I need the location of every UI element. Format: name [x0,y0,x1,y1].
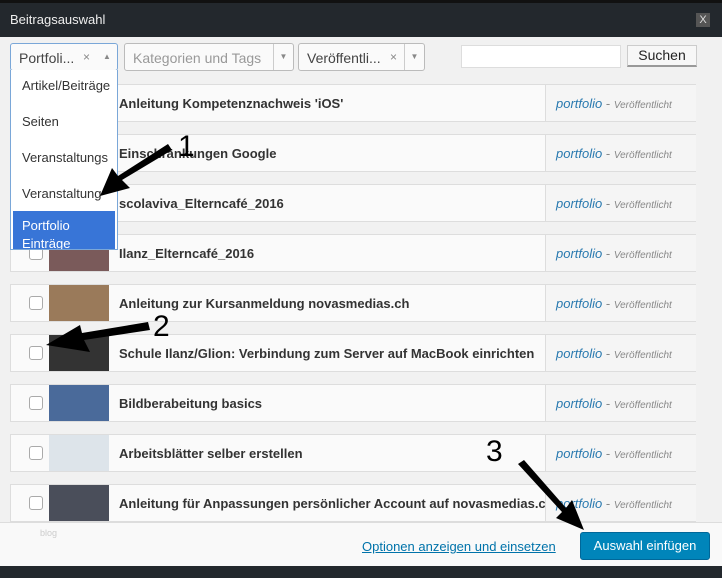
dropdown-option-selected[interactable]: Portfolio Einträge [13,211,115,249]
post-status: Veröffentlicht [613,450,672,461]
post-row[interactable]: Anleitung zur Kursanmeldung novasmedias.… [10,284,696,322]
post-status: Veröffentlicht [613,350,672,361]
post-status: Veröffentlicht [613,200,672,211]
post-meta: portfolio - Veröffentlicht [545,135,696,171]
search-input[interactable] [461,45,621,68]
post-meta: portfolio - Veröffentlicht [545,235,696,271]
post-status: Veröffentlicht [613,400,672,411]
post-status: Veröffentlicht [613,100,672,111]
post-meta: portfolio - Veröffentlicht [545,285,696,321]
post-type: portfolio [556,446,603,461]
post-type: portfolio [556,246,603,261]
post-title: Ilanz_Elterncafé_2016 [119,246,255,261]
post-row[interactable]: Schule Ilanz/Glion: Verbindung zum Serve… [10,334,696,372]
dropdown-option[interactable]: Veranstaltung [11,178,117,209]
post-type: portfolio [556,296,603,311]
post-meta: portfolio - Veröffentlicht [545,185,696,221]
post-status: Veröffentlicht [613,250,672,261]
row-checkbox[interactable] [29,346,43,360]
categories-select[interactable]: Kategorien und Tags ▼ [124,43,294,71]
clear-icon[interactable]: × [83,50,90,64]
post-status: Veröffentlicht [613,300,672,311]
post-type-value: Portfoli... [19,50,75,66]
post-thumbnail [49,485,109,521]
separator: - [602,146,614,161]
insert-selection-button[interactable]: Auswahl einfügen [580,532,710,560]
chevron-down-icon: ▼ [273,44,293,70]
separator: - [602,246,614,261]
post-row[interactable]: Bildberabeitung basics portfolio - Veröf… [10,384,696,422]
row-checkbox[interactable] [29,496,43,510]
status-select[interactable]: Veröffentli... × ▼ [298,43,425,71]
post-title: Anleitung zur Kursanmeldung novasmedias.… [119,296,410,311]
post-title: Schule Ilanz/Glion: Verbindung zum Serve… [119,346,535,361]
annotation-3: 3 [486,435,503,468]
close-button[interactable]: X [696,13,710,27]
bottom-bar [0,566,722,578]
post-row[interactable]: Arbeitsblätter selber erstellen portfoli… [10,434,696,472]
post-title: Anleitung für Anpassungen persönlicher A… [119,496,554,511]
post-thumbnail [49,335,109,371]
post-meta: portfolio - Veröffentlicht [545,435,696,471]
annotation-1: 1 [178,130,195,163]
post-type-select[interactable]: Portfoli... × ▲ [10,43,118,71]
post-type-dropdown: Artikel/Beiträge Seiten Veranstaltungs V… [10,70,118,250]
post-status: Veröffentlicht [613,500,672,511]
post-type: portfolio [556,496,603,511]
row-checkbox[interactable] [29,296,43,310]
post-type: portfolio [556,196,603,211]
separator: - [602,446,614,461]
chevron-up-icon: ▲ [103,52,111,61]
search-button[interactable]: Suchen [627,45,697,67]
separator: - [602,196,614,211]
post-type: portfolio [556,146,603,161]
row-checkbox[interactable] [29,446,43,460]
dialog-titlebar: Beitragsauswahl X [0,0,722,37]
separator: - [602,296,614,311]
post-status: Veröffentlicht [613,150,672,161]
dropdown-option[interactable]: Seiten [11,106,117,137]
post-thumbnail [49,435,109,471]
categories-placeholder: Kategorien und Tags [133,50,262,66]
post-row[interactable]: Anleitung für Anpassungen persönlicher A… [10,484,696,522]
post-type: portfolio [556,346,603,361]
separator: - [602,96,614,111]
separator: - [602,496,614,511]
dialog-footer: blog Optionen anzeigen und einsetzen Aus… [0,522,722,566]
separator: - [602,346,614,361]
dialog-title: Beitragsauswahl [10,12,106,27]
annotation-2: 2 [153,310,170,343]
post-thumbnail [49,385,109,421]
clear-icon[interactable]: × [390,50,397,64]
post-title: Bildberabeitung basics [119,396,263,411]
post-meta: portfolio - Veröffentlicht [545,85,696,121]
row-checkbox[interactable] [29,396,43,410]
dropdown-option[interactable]: Veranstaltungs [11,142,117,173]
post-title: Einschränkungen Google [119,146,277,161]
post-type: portfolio [556,396,603,411]
dropdown-option[interactable]: Artikel/Beiträge [11,70,117,101]
post-thumbnail [49,285,109,321]
chevron-down-icon: ▼ [404,44,424,70]
faded-label: blog [40,528,58,538]
options-link[interactable]: Optionen anzeigen und einsetzen [362,539,556,554]
status-value: Veröffentli... [307,50,381,66]
post-meta: portfolio - Veröffentlicht [545,485,696,521]
separator: - [602,396,614,411]
post-title: Anleitung Kompetenznachweis 'iOS' [119,96,344,111]
post-title: Arbeitsblätter selber erstellen [119,446,303,461]
post-title: scolaviva_Elterncafé_2016 [119,196,284,211]
post-meta: portfolio - Veröffentlicht [545,385,696,421]
post-meta: portfolio - Veröffentlicht [545,335,696,371]
post-type: portfolio [556,96,603,111]
